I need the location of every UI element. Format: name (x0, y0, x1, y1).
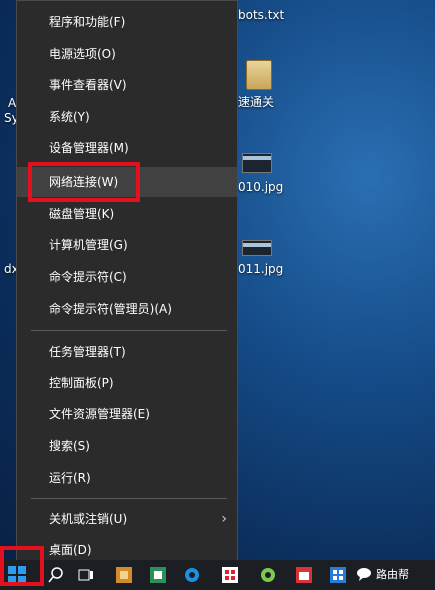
task-view-icon[interactable] (78, 567, 94, 583)
folder-icon[interactable] (246, 60, 272, 90)
menu-item-command-prompt[interactable]: 命令提示符(C) (17, 262, 237, 292)
menu-item-run[interactable]: 运行(R) (17, 463, 237, 493)
edge-icon[interactable] (184, 567, 200, 583)
menu-item-label: 关机或注销(U) (49, 512, 128, 526)
menu-item-disk-management[interactable]: 磁盘管理(K) (17, 199, 237, 229)
app-icon[interactable] (260, 567, 276, 583)
image-thumbnail-icon[interactable] (242, 153, 272, 173)
desktop-edge-text: A (8, 96, 17, 110)
menu-item-event-viewer[interactable]: 事件查看器(V) (17, 70, 237, 100)
desktop-icon-011-jpg[interactable]: 011.jpg (238, 262, 283, 276)
media-icon[interactable] (116, 567, 132, 583)
menu-item-search[interactable]: 搜索(S) (17, 431, 237, 461)
menu-item-file-explorer[interactable]: 文件资源管理器(E) (17, 399, 237, 429)
chevron-right-icon: › (221, 511, 227, 527)
windows-icon[interactable] (222, 567, 238, 583)
menu-separator (31, 330, 227, 331)
menu-item-power-options[interactable]: 电源选项(O) (17, 39, 237, 69)
menu-item-command-prompt-admin[interactable]: 命令提示符(管理员)(A) (17, 294, 237, 324)
menu-item-computer-management[interactable]: 计算机管理(G) (17, 230, 237, 260)
store-icon[interactable] (150, 567, 166, 583)
grid-app-icon[interactable] (330, 567, 346, 583)
desktop-icon-folder-label[interactable]: 速通关 (238, 93, 274, 110)
menu-item-device-manager[interactable]: 设备管理器(M) (17, 133, 237, 163)
chat-icon[interactable] (356, 566, 372, 582)
search-icon[interactable] (48, 567, 64, 583)
calendar-icon[interactable] (296, 567, 312, 583)
winx-context-menu: 程序和功能(F) 电源选项(O) 事件查看器(V) 系统(Y) 设备管理器(M)… (16, 0, 238, 572)
highlight-start-button (0, 546, 44, 586)
brand-label: 路由帮 (376, 568, 409, 581)
menu-separator (31, 498, 227, 499)
image-thumbnail-icon[interactable] (242, 240, 272, 256)
desktop-icon-010-jpg[interactable]: 010.jpg (238, 180, 283, 194)
menu-item-programs-features[interactable]: 程序和功能(F) (17, 7, 237, 37)
menu-item-shutdown-signout[interactable]: 关机或注销(U) › (17, 504, 237, 534)
menu-item-control-panel[interactable]: 控制面板(P) (17, 368, 237, 398)
desktop-icon-bots-txt[interactable]: bots.txt (238, 8, 284, 22)
menu-item-task-manager[interactable]: 任务管理器(T) (17, 337, 237, 367)
menu-item-system[interactable]: 系统(Y) (17, 102, 237, 132)
highlight-network-connections (28, 162, 140, 202)
